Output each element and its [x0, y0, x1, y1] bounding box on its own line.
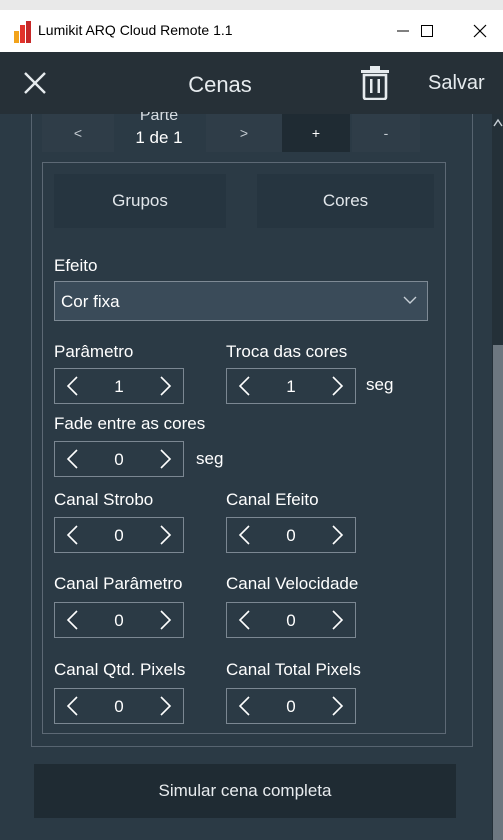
- page-title: Cenas: [188, 72, 252, 97]
- fade-label: Fade entre as cores: [54, 414, 206, 433]
- part-add-button[interactable]: +: [282, 114, 350, 152]
- parameter-value: 1: [114, 377, 124, 396]
- chevron-right-icon[interactable]: [327, 376, 347, 396]
- chevron-right-icon[interactable]: [327, 525, 347, 545]
- chevron-right-icon[interactable]: [327, 696, 347, 716]
- chevron-down-icon: [403, 296, 417, 304]
- trash-icon[interactable]: [360, 66, 390, 100]
- window-close-icon: [473, 24, 487, 38]
- chevron-right-icon[interactable]: [155, 449, 175, 469]
- speed-channel-value: 0: [286, 611, 296, 630]
- color-change-label: Troca das cores: [226, 342, 348, 361]
- pixel-qty-channel-value: 0: [114, 697, 124, 716]
- groups-button[interactable]: Grupos: [54, 174, 226, 228]
- fade-stepper[interactable]: 0: [54, 441, 184, 477]
- chevron-right-icon[interactable]: [155, 696, 175, 716]
- scroll-up-icon[interactable]: [492, 112, 503, 132]
- effect-select[interactable]: Cor fixa: [54, 281, 428, 321]
- chevron-right-icon[interactable]: [155, 610, 175, 630]
- pixel-qty-channel-stepper[interactable]: 0: [54, 688, 184, 724]
- chevron-left-icon[interactable]: [63, 376, 83, 396]
- chevron-left-icon[interactable]: [235, 696, 255, 716]
- parameter-label: Parâmetro: [54, 342, 134, 361]
- effect-channel-value: 0: [286, 526, 296, 545]
- save-button[interactable]: Salvar: [428, 72, 485, 95]
- panel-border-right: [472, 114, 473, 747]
- chevron-left-icon[interactable]: [235, 525, 255, 545]
- window-title: Lumikit ARQ Cloud Remote 1.1: [38, 22, 233, 38]
- parameter-channel-value: 0: [114, 611, 124, 630]
- simulate-full-scene-button[interactable]: Simular cena completa: [34, 764, 456, 818]
- strobe-channel-value: 0: [114, 526, 124, 545]
- speed-channel-label: Canal Velocidade: [226, 574, 359, 593]
- part-label: Parte: [139, 112, 179, 124]
- effect-channel-stepper[interactable]: 0: [226, 517, 356, 553]
- chevron-right-icon[interactable]: [327, 610, 347, 630]
- fade-value: 0: [114, 450, 124, 469]
- scrollbar-thumb[interactable]: [493, 345, 503, 840]
- part-remove-button[interactable]: -: [352, 114, 420, 152]
- strobe-channel-stepper[interactable]: 0: [54, 517, 184, 553]
- total-pixels-channel-value: 0: [286, 697, 296, 716]
- speed-channel-stepper[interactable]: 0: [226, 602, 356, 638]
- chevron-left-icon[interactable]: [63, 525, 83, 545]
- part-prev-button[interactable]: <: [42, 114, 114, 152]
- maximize-button[interactable]: [404, 10, 450, 52]
- titlebar-top-strip: [0, 0, 503, 10]
- parameter-channel-stepper[interactable]: 0: [54, 602, 184, 638]
- chevron-left-icon[interactable]: [235, 376, 255, 396]
- color-change-unit: seg: [366, 375, 394, 394]
- pixel-qty-channel-label: Canal Qtd. Pixels: [54, 660, 186, 679]
- effect-label: Efeito: [54, 256, 98, 275]
- strobe-channel-label: Canal Strobo: [54, 490, 154, 509]
- color-change-value: 1: [286, 377, 296, 396]
- maximize-icon: [421, 25, 433, 37]
- chevron-left-icon[interactable]: [63, 610, 83, 630]
- part-next-button[interactable]: >: [206, 114, 282, 152]
- panel-border-bottom: [31, 746, 472, 747]
- close-icon[interactable]: [22, 70, 48, 96]
- chevron-left-icon[interactable]: [63, 449, 83, 469]
- app-icon: [14, 21, 31, 43]
- chevron-right-icon[interactable]: [155, 376, 175, 396]
- window-close-button[interactable]: [457, 10, 503, 52]
- colors-button[interactable]: Cores: [257, 174, 434, 228]
- chevron-right-icon[interactable]: [155, 525, 175, 545]
- color-change-stepper[interactable]: 1: [226, 368, 356, 404]
- panel-border-left: [31, 114, 32, 746]
- fade-unit: seg: [196, 449, 224, 468]
- parameter-stepper[interactable]: 1: [54, 368, 184, 404]
- effect-select-value: Cor fixa: [61, 292, 120, 311]
- total-pixels-channel-label: Canal Total Pixels: [226, 660, 361, 679]
- chevron-left-icon[interactable]: [235, 610, 255, 630]
- parameter-channel-label: Canal Parâmetro: [54, 574, 183, 593]
- effect-channel-label: Canal Efeito: [226, 490, 319, 509]
- part-value: 1 de 1: [135, 128, 183, 147]
- chevron-left-icon[interactable]: [63, 696, 83, 716]
- total-pixels-channel-stepper[interactable]: 0: [226, 688, 356, 724]
